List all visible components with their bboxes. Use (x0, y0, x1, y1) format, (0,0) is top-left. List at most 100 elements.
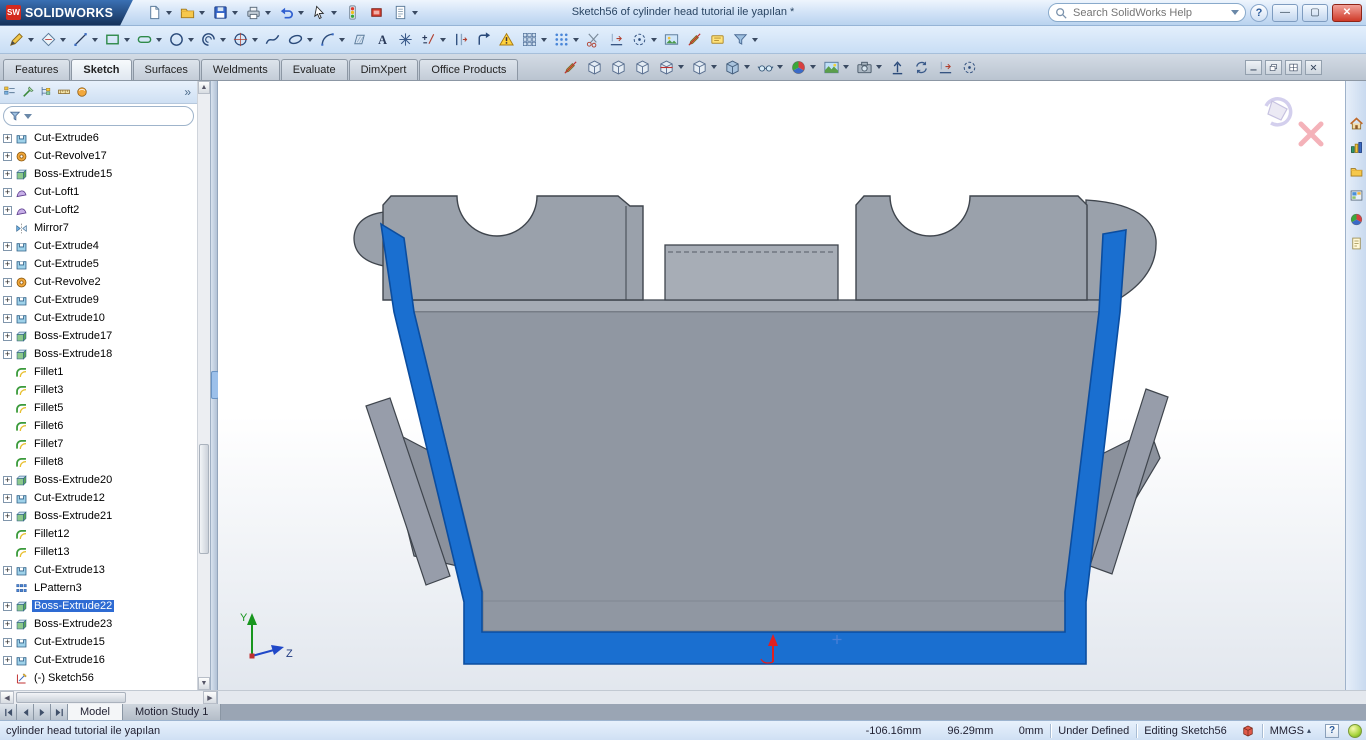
file-properties-button[interactable] (389, 1, 421, 25)
expander-icon[interactable]: + (3, 494, 12, 503)
construction-geometry-button[interactable] (628, 28, 660, 52)
tree-item-cut-extrude15[interactable]: +Cut-Extrude15 (0, 633, 197, 651)
tree-item-boss-extrude18[interactable]: +Boss-Extrude18 (0, 345, 197, 363)
center-boss[interactable] (665, 245, 838, 300)
tree-item-cut-extrude5[interactable]: +Cut-Extrude5 (0, 255, 197, 273)
tree-filter-input[interactable] (3, 106, 194, 126)
tree-item-cut-extrude16[interactable]: +Cut-Extrude16 (0, 651, 197, 669)
rotate-view-button[interactable] (910, 56, 933, 79)
rebuild-button[interactable] (341, 1, 364, 25)
corner-rectangle-button[interactable] (101, 28, 133, 52)
line-button[interactable] (69, 28, 101, 52)
tree-item-boss-extrude23[interactable]: +Boss-Extrude23 (0, 615, 197, 633)
tree-item-boss-extrude17[interactable]: +Boss-Extrude17 (0, 327, 197, 345)
tree-item-cut-loft1[interactable]: +Cut-Loft1 (0, 183, 197, 201)
text-button[interactable]: A (371, 28, 394, 52)
split-view-button[interactable] (1285, 60, 1302, 75)
dropdown-arrow-icon[interactable] (28, 38, 34, 42)
help-button[interactable]: ? (1250, 4, 1268, 22)
tab-surfaces[interactable]: Surfaces (133, 59, 200, 80)
tree-item-cut-extrude12[interactable]: +Cut-Extrude12 (0, 489, 197, 507)
file-explorer-button[interactable] (1348, 163, 1365, 180)
close-button[interactable]: ✕ (1332, 4, 1362, 22)
tree-item-fillet7[interactable]: Fillet7 (0, 435, 197, 453)
options-button[interactable] (365, 1, 388, 25)
search-input[interactable] (1071, 6, 1227, 20)
mirror-entities-button[interactable] (472, 28, 495, 52)
scroll-up-icon[interactable]: ▲ (198, 81, 210, 94)
expander-icon[interactable]: + (3, 512, 12, 521)
expander-icon[interactable]: + (3, 620, 12, 629)
open-document-button[interactable] (176, 1, 208, 25)
perimeter-circle-button[interactable] (197, 28, 229, 52)
circular-sketch-pattern-button[interactable] (550, 28, 582, 52)
convert-entities-button[interactable] (449, 28, 472, 52)
expander-icon[interactable]: + (3, 134, 12, 143)
featuremanager-tab-button[interactable] (3, 85, 17, 99)
plane-button[interactable] (348, 28, 371, 52)
tree-item-cut-extrude10[interactable]: +Cut-Extrude10 (0, 309, 197, 327)
restore-document-button[interactable] (1265, 60, 1282, 75)
custom-properties-button[interactable] (1348, 235, 1365, 252)
expander-icon[interactable]: + (3, 638, 12, 647)
magnified-selection-button[interactable] (958, 56, 981, 79)
tree-item-fillet1[interactable]: Fillet1 (0, 363, 197, 381)
minimize-button[interactable]: — (1272, 4, 1298, 22)
previous-view-button[interactable] (631, 56, 654, 79)
sketch-button[interactable] (5, 28, 37, 52)
expander-icon[interactable]: + (3, 296, 12, 305)
expander-icon[interactable]: + (3, 260, 12, 269)
tree-item-lpattern3[interactable]: LPattern3 (0, 579, 197, 597)
ellipse-button[interactable] (284, 28, 316, 52)
maximize-button[interactable]: ▢ (1302, 4, 1328, 22)
centerpoint-arc-button[interactable] (229, 28, 261, 52)
tab-sketch[interactable]: Sketch (71, 59, 131, 80)
tree-item-mirror7[interactable]: Mirror7 (0, 219, 197, 237)
zoom-to-area-button[interactable] (607, 56, 630, 79)
dropdown-arrow-icon[interactable] (199, 11, 205, 15)
expander-icon[interactable]: + (3, 566, 12, 575)
new-document-button[interactable] (143, 1, 175, 25)
selection-filter-button[interactable] (729, 28, 761, 52)
view-palette-button[interactable] (1348, 187, 1365, 204)
dropdown-arrow-icon[interactable] (843, 65, 849, 69)
normal-to-button[interactable] (886, 56, 909, 79)
dropdown-arrow-icon[interactable] (92, 38, 98, 42)
dropdown-arrow-icon[interactable] (541, 38, 547, 42)
save-button[interactable] (209, 1, 241, 25)
last-tab-button[interactable] (51, 704, 68, 720)
trim-entities-button[interactable] (582, 28, 605, 52)
dropdown-arrow-icon[interactable] (678, 65, 684, 69)
next-tab-button[interactable] (34, 704, 51, 720)
dropdown-arrow-icon[interactable] (252, 38, 258, 42)
cancel-sketch-icon[interactable] (1301, 124, 1321, 144)
undo-button[interactable] (275, 1, 307, 25)
first-tab-button[interactable] (0, 704, 17, 720)
graphics-area[interactable]: Y Z (218, 81, 1345, 690)
expander-icon[interactable]: + (3, 152, 12, 161)
relations-warning-button[interactable] (495, 28, 518, 52)
circle-button[interactable] (165, 28, 197, 52)
dropdown-arrow-icon[interactable] (412, 11, 418, 15)
confirm-sketch-icon[interactable] (1266, 99, 1291, 125)
unit-dropdown-icon[interactable]: ▴ (1307, 726, 1311, 735)
tab-features[interactable]: Features (3, 59, 70, 80)
section-view-button[interactable] (655, 56, 687, 79)
tab-office-products[interactable]: Office Products (419, 59, 518, 80)
point-button[interactable] (394, 28, 417, 52)
tree-item-fillet13[interactable]: Fillet13 (0, 543, 197, 561)
design-library-button[interactable] (1348, 139, 1365, 156)
tree-item-cut-revolve17[interactable]: +Cut-Revolve17 (0, 147, 197, 165)
unit-system-selector[interactable]: MMGS ▴ (1263, 725, 1318, 737)
expander-icon[interactable]: + (3, 656, 12, 665)
tree-item-sketch56[interactable]: (-) Sketch56 (0, 669, 197, 687)
tree-item-cut-extrude4[interactable]: +Cut-Extrude4 (0, 237, 197, 255)
tree-item-boss-extrude21[interactable]: +Boss-Extrude21 (0, 507, 197, 525)
tab-model[interactable]: Model (68, 704, 123, 720)
modify-sketch-button[interactable] (706, 28, 729, 52)
dropdown-arrow-icon[interactable] (124, 38, 130, 42)
dropdown-arrow-icon[interactable] (232, 11, 238, 15)
dropdown-arrow-icon[interactable] (651, 38, 657, 42)
expander-icon[interactable]: + (3, 170, 12, 179)
dropdown-arrow-icon[interactable] (298, 11, 304, 15)
